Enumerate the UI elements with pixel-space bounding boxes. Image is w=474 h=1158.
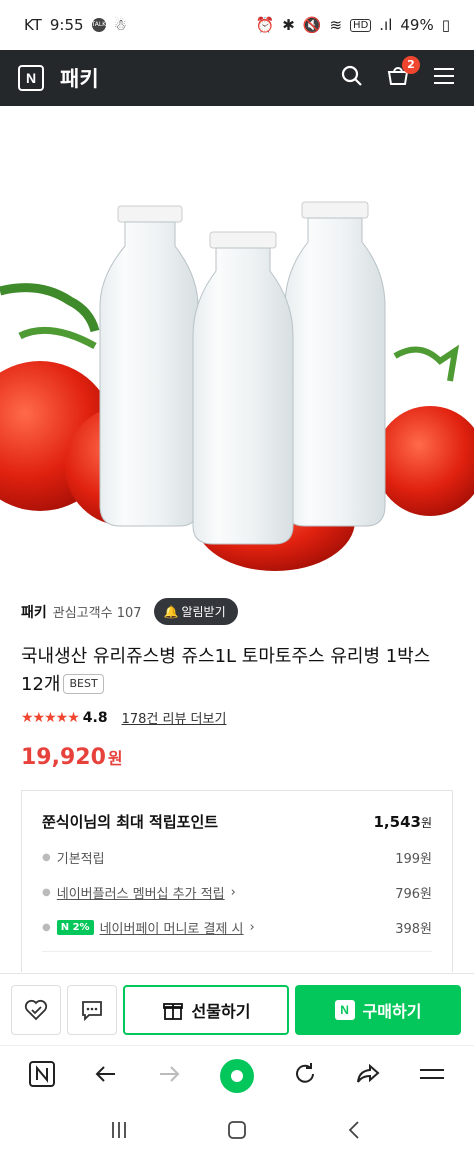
bell-plus-icon: 🔔 (163, 604, 179, 619)
bullet-icon: ● (42, 887, 51, 898)
battery-level: 49% (400, 16, 434, 34)
share-icon[interactable] (355, 1061, 381, 1091)
points-row-value: 199원 (395, 852, 432, 867)
purchase-bar: 선물하기 N 구매하기 (0, 973, 474, 1045)
divider (42, 951, 432, 952)
rating-row: ★★★★★ 4.8 178건 리뷰 더보기 (21, 708, 453, 728)
rating-score: 4.8 (82, 709, 108, 726)
alarm-icon: ⏰ (255, 16, 275, 34)
back-icon[interactable] (344, 1119, 366, 1145)
menu-icon[interactable] (419, 1061, 445, 1091)
cart-count-badge: 2 (402, 56, 420, 74)
store-header: N 패키 2 (0, 50, 474, 106)
seller-name[interactable]: 패키 (21, 602, 47, 622)
wishlist-button[interactable] (11, 984, 61, 1035)
price-value: 19,920 (21, 745, 106, 770)
points-row-value: 398원 (395, 922, 432, 937)
browser-toolbar (0, 1045, 474, 1105)
menu-icon[interactable] (432, 64, 456, 92)
rating-stars: ★★★★★ (21, 709, 80, 726)
refresh-icon[interactable] (292, 1061, 318, 1091)
bullet-icon: ● (42, 852, 51, 863)
points-row-label[interactable]: 네이버플러스 멤버십 추가 적립 (57, 883, 225, 902)
points-row-value: 796원 (395, 887, 432, 902)
clock: 9:55 (49, 16, 84, 34)
chevron-right-icon: › (249, 920, 255, 935)
android-nav-bar (0, 1105, 474, 1158)
points-total: 1,543 (373, 812, 421, 831)
seller-fans: 관심고객수 107 (52, 606, 142, 621)
mute-icon: 🔇 (302, 16, 322, 34)
points-row[interactable]: ● 네이버플러스 멤버십 추가 적립 › 796원 (42, 883, 432, 902)
points-row-label: 기본적립 (56, 852, 105, 867)
buy-button[interactable]: N 구매하기 (295, 984, 461, 1035)
product-image[interactable] (0, 106, 474, 580)
best-badge: BEST (63, 674, 104, 694)
back-arrow-icon[interactable] (93, 1061, 119, 1091)
chevron-right-icon: › (230, 885, 236, 900)
gift-icon (162, 1002, 183, 1020)
gift-button[interactable]: 선물하기 (123, 984, 289, 1035)
reviews-link[interactable]: 178건 리뷰 더보기 (122, 708, 227, 727)
talk-button[interactable] (67, 984, 117, 1035)
store-title[interactable]: 패키 (60, 63, 99, 93)
points-unit: 원 (420, 815, 432, 830)
chat-icon (82, 1000, 102, 1021)
bullet-icon: ● (42, 922, 51, 933)
bluetooth-icon: ✱ (282, 16, 295, 34)
hd-icon: HD (350, 18, 372, 32)
npay-badge: N 2% (56, 920, 94, 935)
cart-button[interactable]: 2 (386, 56, 420, 92)
home-icon[interactable] (226, 1119, 248, 1145)
seller-row: 패키 관심고객수 107 🔔 알림받기 (21, 598, 453, 625)
price-currency: 원 (107, 749, 123, 768)
wifi-icon: ≋ (329, 16, 343, 34)
product-title: 국내생산 유리쥬스병 쥬스1L 토마토주스 유리병 1박스12개 BEST (21, 643, 453, 699)
points-box: 쭌식이님의 최대 적립포인트 1,543원 ● 기본적립 199원 ● 네이버플러스… (21, 790, 453, 972)
naver-home-icon[interactable] (28, 1060, 55, 1091)
battery-icon: ▯ (441, 16, 450, 34)
heart-check-icon (24, 999, 48, 1020)
naver-n-icon: N (334, 999, 355, 1020)
naver-logo-icon[interactable]: N (18, 65, 44, 91)
green-dot-button[interactable] (219, 1058, 254, 1093)
points-row-label[interactable]: 네이버페이 머니로 결제 시 (100, 918, 244, 937)
talk-icon: TALK (91, 18, 106, 32)
buy-label: 구매하기 (362, 1001, 422, 1021)
forward-arrow-icon[interactable] (156, 1061, 182, 1091)
points-row[interactable]: ● N 2% 네이버페이 머니로 결제 시 › 398원 (42, 918, 432, 937)
search-icon[interactable] (340, 64, 364, 92)
status-bar: KT 9:55 TALK ☃ ⏰ ✱ 🔇 ≋ HD .ıl 49% ▯ (0, 0, 474, 50)
points-row: ● 기본적립 199원 (42, 848, 432, 867)
recent-apps-icon[interactable] (108, 1119, 130, 1145)
price: 19,920 원 (21, 745, 453, 770)
points-title: 쭌식이님의 최대 적립포인트 (42, 813, 219, 831)
notification-icon: ☃ (113, 16, 127, 34)
signal-icon: .ıl (379, 16, 393, 34)
carrier: KT (24, 16, 42, 34)
gift-label: 선물하기 (191, 1001, 251, 1021)
alarm-label: 알림받기 (181, 605, 226, 619)
alarm-button[interactable]: 🔔 알림받기 (153, 598, 238, 625)
